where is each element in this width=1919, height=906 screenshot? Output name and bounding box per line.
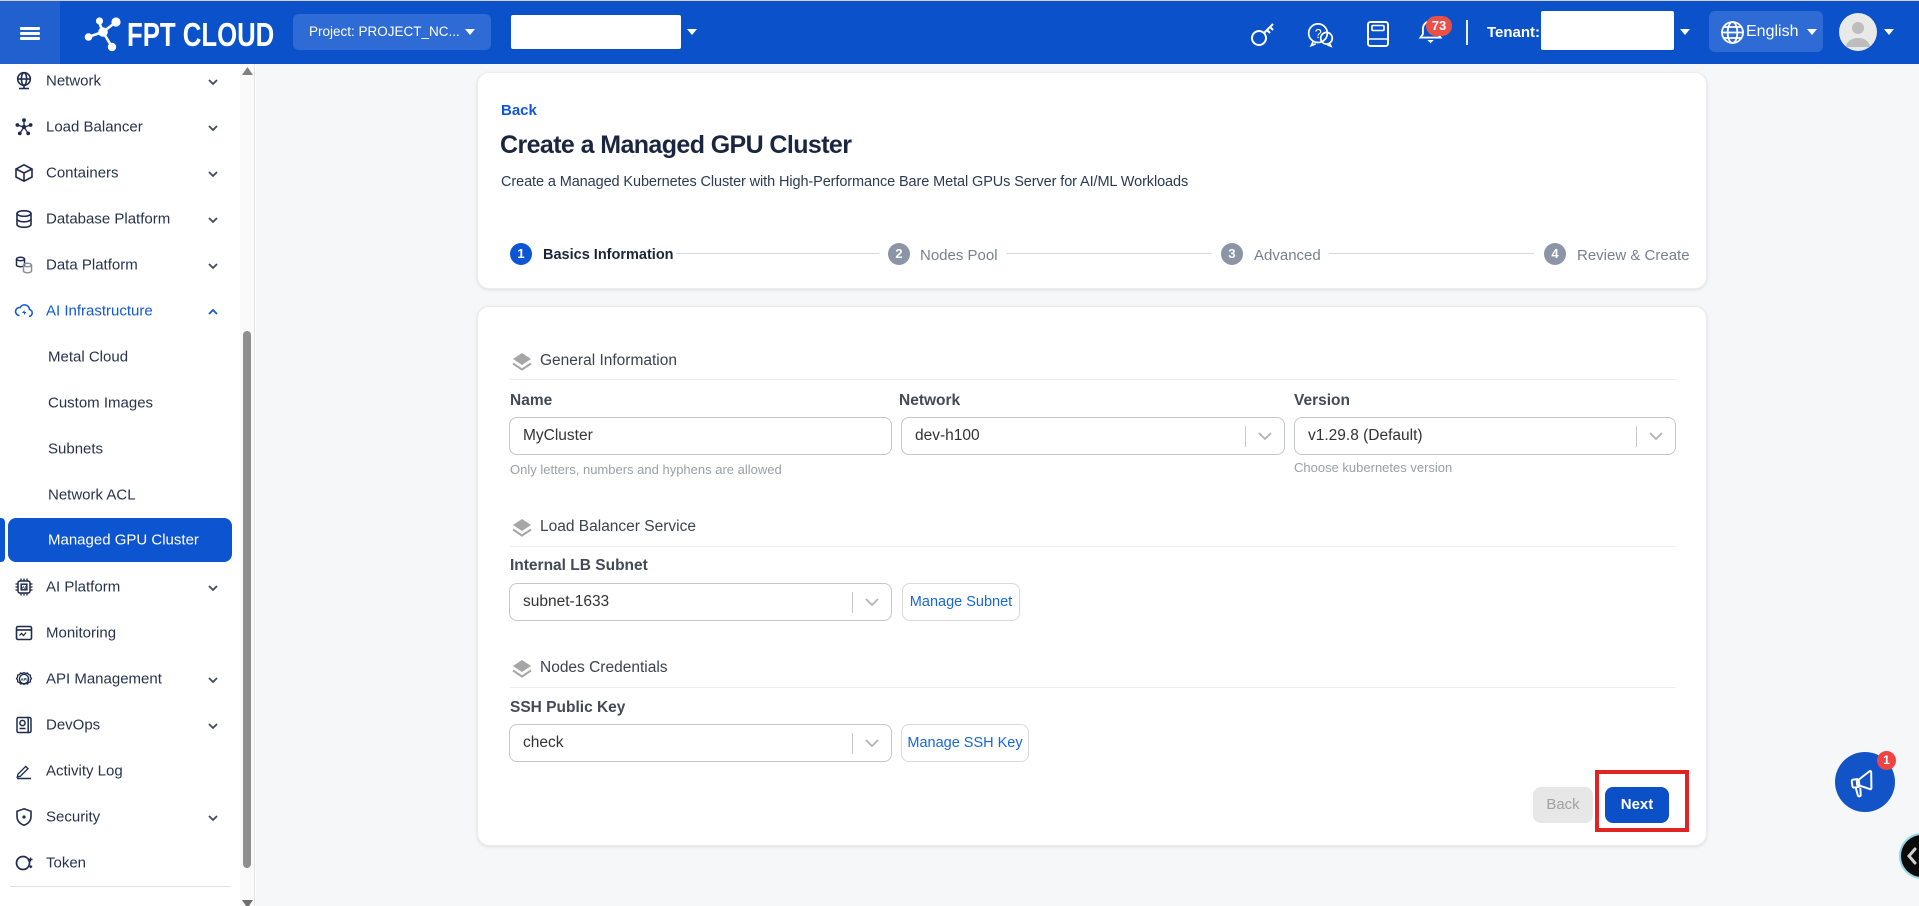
- svg-text:AI: AI: [22, 585, 27, 590]
- svg-text:API: API: [21, 677, 28, 682]
- svg-text:?: ?: [1315, 27, 1322, 41]
